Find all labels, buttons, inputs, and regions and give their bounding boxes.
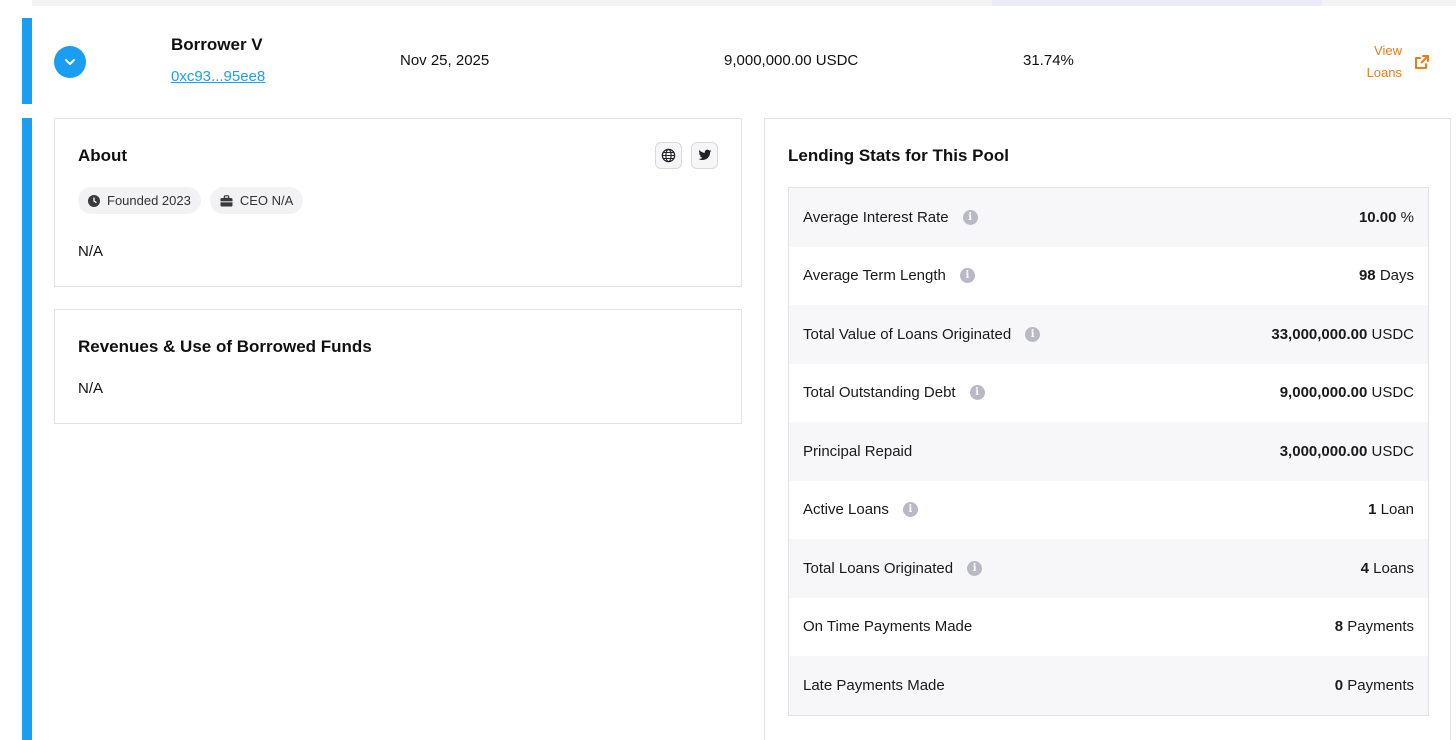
stat-label-group: Total Loans Originated i [803,559,983,577]
stat-unit: Loans [1373,559,1414,577]
stat-value-group: 10.00 % [1359,209,1414,226]
stat-value-group: 0 Payments [1335,677,1414,694]
stat-row: Active Loans i 1 Loan [789,480,1428,539]
stat-unit: Days [1379,267,1414,285]
about-text: N/A [78,243,104,260]
about-card: About Founded 2023 CEO N/A N/A [54,118,742,287]
ceo-label: CEO N/A [239,193,294,208]
stat-row: Total Value of Loans Originated i 33,000,0… [789,305,1428,364]
stat-value: 1 [1368,501,1377,519]
revenues-text: N/A [78,380,104,397]
stat-row: Total Outstanding Debt i 9,000,000.00 USDC [789,363,1428,422]
twitter-icon [698,149,711,160]
view-loans-label: View Loans [1366,43,1402,80]
stat-row: Average Term Length i 98 Days [789,246,1428,305]
stat-label-group: Average Term Length i [803,267,975,284]
about-chips: Founded 2023 CEO N/A [78,187,304,214]
founded-label: Founded 2023 [107,193,191,208]
stat-value: 98 [1358,267,1376,285]
stat-label: Total Value of Loans Originated [803,325,1012,343]
stat-value-group: 8 Payments [1335,618,1414,635]
stat-row: Total Loans Originated i 4 Loans [789,539,1428,598]
revenues-title: Revenues & Use of Borrowed Funds [78,337,372,356]
stat-label-group: Active Loans i [803,501,918,518]
borrower-row: Borrower V 0xc93...95ee8 Nov 25, 2025 9,… [32,18,1456,104]
stat-value-group: 98 Days [1359,267,1414,284]
stat-value-group: 9,000,000.00 USDC [1280,384,1414,401]
stat-value: 9,000,000.00 [1279,384,1368,402]
briefcase-icon [220,194,233,206]
row-rate: 31.74% [1023,52,1074,69]
stat-value-group: 33,000,000.00 USDC [1271,326,1414,343]
stat-label: Active Loans [803,501,889,519]
external-link-icon [1415,55,1429,69]
twitter-button[interactable] [691,142,718,169]
borrower-name: Borrower V [171,35,263,54]
stat-unit: USDC [1371,384,1414,402]
stat-value: 8 [1334,618,1344,636]
stat-unit: USDC [1371,442,1414,460]
stat-label-group: On Time Payments Made [803,618,972,635]
info-icon[interactable]: i [902,502,918,518]
info-icon[interactable]: i [1025,326,1041,342]
globe-icon [661,148,676,163]
info-icon[interactable]: i [967,560,983,576]
stat-label: Late Payments Made [803,676,945,694]
top-strip-accent [992,0,1322,6]
stat-row: On Time Payments Made 8 Payments [789,597,1428,656]
stat-label-group: Total Value of Loans Originated i [803,325,1041,343]
about-title: About [78,146,128,165]
stat-label: Total Outstanding Debt [803,384,956,402]
top-strip [32,0,1456,6]
clock-icon [88,194,100,207]
stat-row: Principal Repaid 3,000,000.00 USDC [789,422,1428,481]
stat-label-group: Principal Repaid [803,443,912,460]
view-loans-link[interactable]: View Loans [1352,40,1432,84]
row-date: Nov 25, 2025 [400,52,490,69]
stat-unit: Loan [1380,501,1414,519]
stat-value-group: 3,000,000.00 USDC [1280,443,1414,460]
stat-unit: Payments [1347,618,1414,636]
ceo-chip: CEO N/A [209,187,304,214]
revenues-card: Revenues & Use of Borrowed Funds N/A [54,309,742,424]
stat-unit: USDC [1371,325,1414,343]
info-icon[interactable]: i [962,209,978,225]
stat-value: 4 [1360,559,1369,577]
chevron-down-icon [65,59,75,65]
stat-value: 10.00 [1358,208,1397,226]
detail-accent-bar [22,118,32,740]
stat-label: Average Term Length [803,267,946,285]
borrower-address-link[interactable]: 0xc93...95ee8 [171,68,265,85]
stat-label-group: Average Interest Rate i [803,209,978,226]
stat-label: Average Interest Rate [803,208,949,226]
stat-row: Average Interest Rate i 10.00 % [789,188,1428,247]
stat-label: On Time Payments Made [803,618,973,636]
stat-value: 3,000,000.00 [1279,442,1368,460]
stat-value: 33,000,000.00 [1271,325,1368,343]
founded-chip: Founded 2023 [78,187,201,214]
collapse-button[interactable] [54,46,86,78]
lending-stats-title: Lending Stats for This Pool [788,146,1009,165]
stat-unit: % [1400,208,1414,226]
row-amount: 9,000,000.00 USDC [724,52,859,69]
stat-unit: Payments [1347,676,1414,694]
info-icon[interactable]: i [969,385,985,401]
stat-label: Principal Repaid [803,442,913,460]
stat-value: 0 [1334,676,1344,694]
stat-label: Total Loans Originated [803,559,954,577]
stat-label-group: Late Payments Made [803,677,945,694]
stat-label-group: Total Outstanding Debt i [803,384,985,401]
website-button[interactable] [655,142,682,169]
lending-stats-table: Average Interest Rate i 10.00 % Average Ter… [788,187,1429,716]
stat-value-group: 1 Loan [1368,501,1414,518]
stat-value-group: 4 Loans [1361,560,1414,577]
lending-stats-card: Lending Stats for This Pool Average Inte… [764,118,1451,740]
row-accent-bar [22,18,32,104]
info-icon[interactable]: i [959,268,975,284]
stat-row: Late Payments Made 0 Payments [789,656,1428,715]
